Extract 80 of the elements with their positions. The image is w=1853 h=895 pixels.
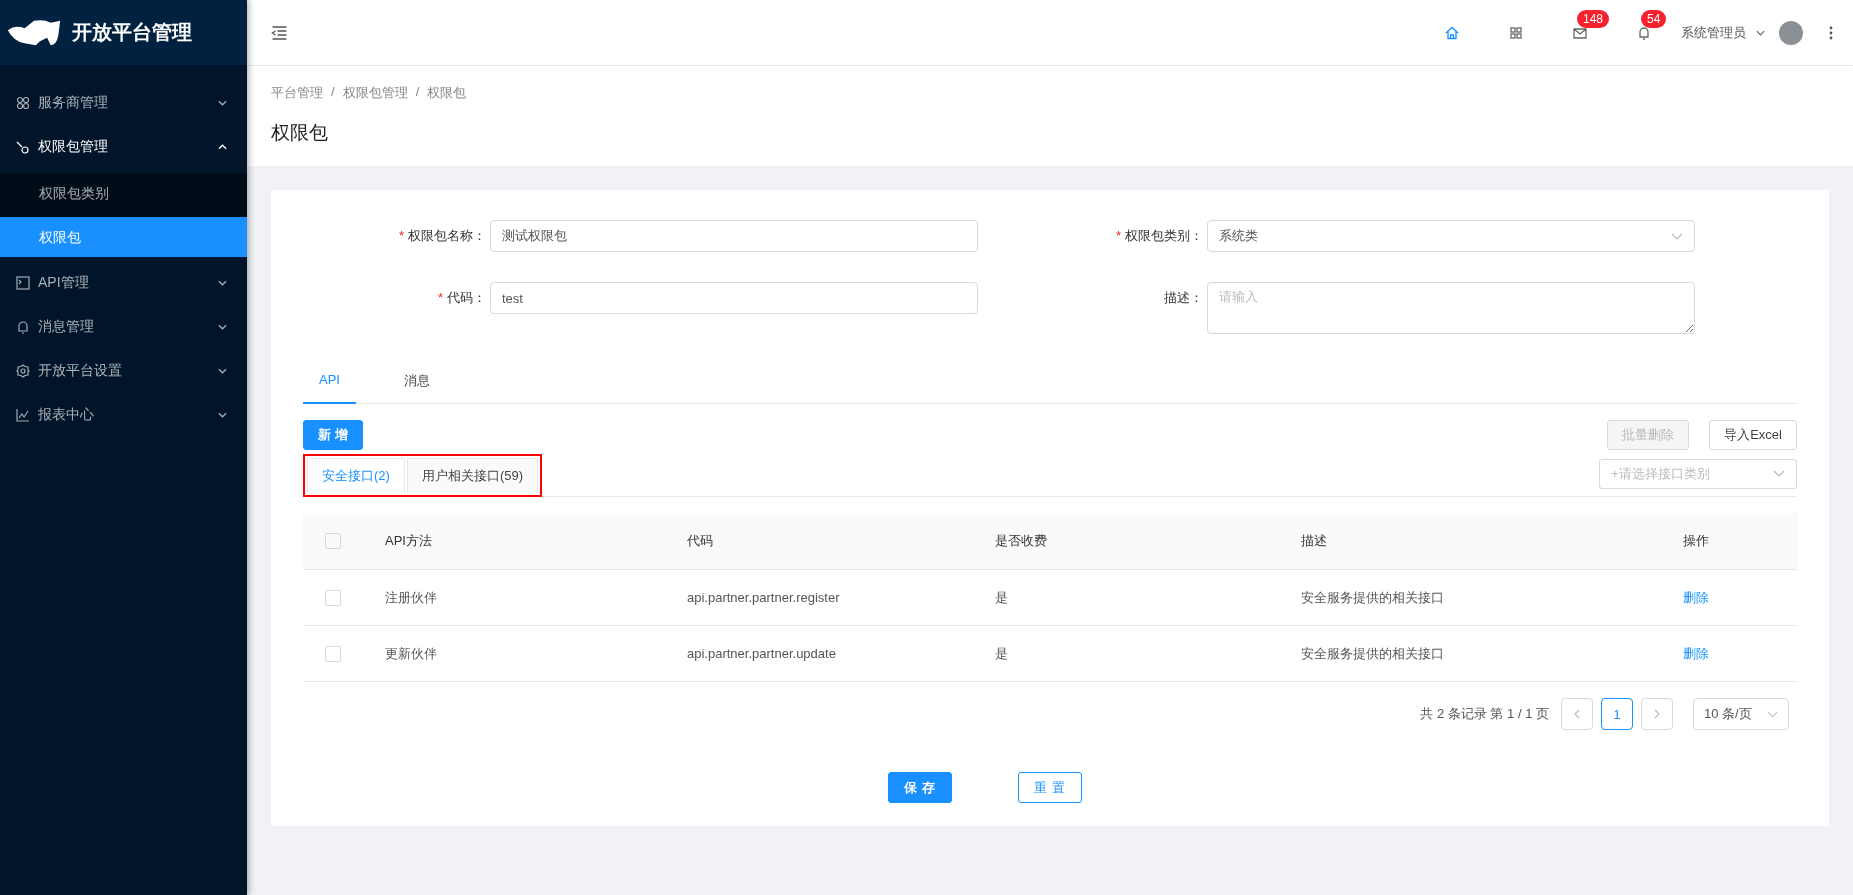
chevron-up-icon — [218, 144, 227, 150]
column-header: 描述 — [1300, 513, 1682, 570]
required-mark: * — [437, 290, 443, 305]
menu-label: API管理 — [38, 274, 90, 292]
field-label: 权限包类别： — [1125, 228, 1203, 243]
menu-label: 消息管理 — [38, 318, 95, 336]
menu-item[interactable]: 开放平台设置 — [0, 349, 247, 393]
table-cell: 注册伙伴 — [384, 569, 686, 626]
apps-icon — [16, 96, 30, 110]
checkbox[interactable] — [325, 533, 341, 550]
required-mark: * — [398, 228, 404, 243]
home-icon[interactable] — [1445, 25, 1459, 40]
chevron-down-icon — [218, 100, 227, 106]
pagination-summary: 共 2 条记录 第 1 / 1 页 — [1420, 705, 1549, 723]
required-mark: * — [1115, 228, 1121, 243]
breadcrumb-link[interactable]: 权限包 — [427, 84, 467, 102]
column-header: 代码 — [686, 513, 994, 570]
chevron-down-icon — [1671, 232, 1683, 240]
chevron-down-icon — [218, 412, 227, 418]
chevron-down-icon — [218, 280, 227, 286]
bell-icon — [16, 320, 30, 334]
menu-label: 报表中心 — [38, 406, 95, 424]
tab[interactable]: 消息 — [387, 360, 446, 404]
menu-label: 服务商管理 — [38, 94, 109, 112]
chevron-down-icon — [1767, 710, 1778, 718]
breadcrumb-link[interactable]: 权限包管理 — [342, 84, 408, 102]
field-label: 代码： — [447, 290, 486, 305]
breadcrumb-link[interactable]: 平台管理 — [271, 84, 323, 102]
count-badge: 54 — [1641, 9, 1667, 28]
menu-label: 权限包管理 — [38, 138, 109, 156]
user-name[interactable]: 系统管理员 — [1681, 23, 1746, 42]
breadcrumb-separator: / — [415, 84, 420, 101]
breadcrumb-separator: / — [331, 84, 335, 101]
chevron-down-icon — [218, 324, 227, 330]
chevron-down-icon — [218, 368, 227, 374]
settings-icon — [16, 364, 30, 378]
avatar[interactable] — [1779, 20, 1803, 45]
menu-label: 开放平台设置 — [38, 362, 123, 380]
page-title: 权限包 — [271, 121, 329, 145]
tab[interactable]: 用户相关接口(59) — [406, 458, 538, 493]
textarea-field[interactable]: 请输入 — [1207, 282, 1695, 334]
checkbox[interactable] — [325, 645, 341, 662]
table-cell: 是 — [994, 569, 1300, 626]
column-header: 操作 — [1682, 513, 1797, 570]
text-field[interactable]: test — [490, 282, 978, 314]
table-cell: 安全服务提供的相关接口 — [1300, 625, 1682, 682]
table-cell: api.partner.partner.update — [686, 625, 994, 682]
mail-icon[interactable] — [1573, 25, 1587, 40]
chevron-down-icon — [1773, 470, 1785, 477]
submenu-item[interactable]: 权限包类别 — [0, 173, 247, 213]
menu-icon[interactable] — [271, 25, 288, 40]
page-size-select[interactable]: 10 条/页 — [1693, 698, 1789, 730]
count-badge: 148 — [1577, 9, 1610, 28]
column-header: API方法 — [384, 513, 686, 570]
menu-item[interactable]: 消息管理 — [0, 305, 247, 349]
checkbox[interactable] — [325, 589, 341, 606]
text-field[interactable]: 测试权限包 — [490, 220, 978, 252]
grid-icon[interactable] — [1509, 25, 1523, 40]
select-field[interactable]: 系统类 — [1207, 220, 1695, 252]
chevron-right-icon — [1654, 709, 1660, 719]
field-label: 描述： — [1164, 290, 1203, 305]
menu-item[interactable]: 权限包管理 — [0, 125, 247, 169]
chart-icon — [16, 408, 30, 422]
terminal-icon — [16, 276, 30, 290]
key-icon — [16, 140, 30, 154]
chevron-left-icon — [1574, 709, 1580, 719]
bell-icon[interactable] — [1637, 25, 1651, 40]
table-cell: api.partner.partner.register — [686, 569, 994, 626]
table-cell: 安全服务提供的相关接口 — [1300, 569, 1682, 626]
menu-item[interactable]: 报表中心 — [0, 393, 247, 437]
menu-item[interactable]: API管理 — [0, 261, 247, 305]
app-title: 开放平台管理 — [72, 20, 192, 45]
table-cell: 是 — [994, 625, 1300, 682]
field-label: 权限包名称： — [408, 228, 486, 243]
menu-item[interactable]: 服务商管理 — [0, 81, 247, 125]
chevron-down-icon — [1756, 29, 1765, 36]
import-button[interactable]: 导入Excel — [1709, 420, 1797, 450]
column-header: 是否收费 — [994, 513, 1300, 570]
more-icon[interactable] — [1829, 25, 1833, 40]
table-cell: 更新伙伴 — [384, 625, 686, 682]
